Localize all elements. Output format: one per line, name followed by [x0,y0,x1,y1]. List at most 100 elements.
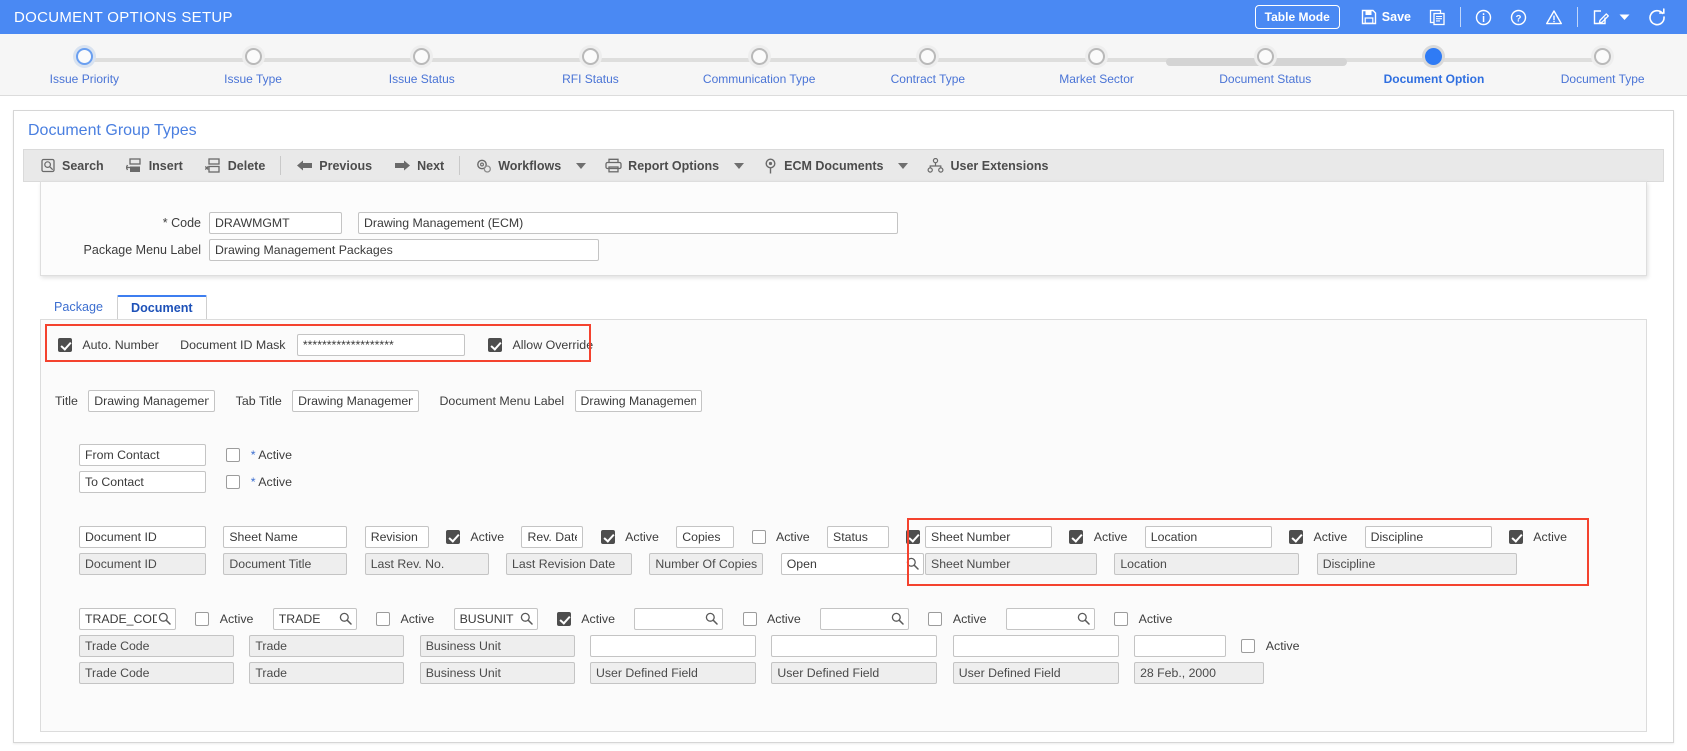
document-id-mask-label: Document ID Mask [180,338,286,352]
lookup-busunit[interactable] [453,608,538,630]
discipline-active-checkbox[interactable] [1508,530,1523,544]
action-report-options-button[interactable]: Report Options [594,150,730,181]
chevron-down-icon[interactable] [576,162,587,169]
doc-field-copies[interactable] [676,526,735,548]
busunit-lookup[interactable] [453,608,538,630]
action-previous-button[interactable]: Previous [285,150,383,181]
udf-label-field-7[interactable] [1134,635,1227,657]
allow-override-checkbox[interactable] [488,338,503,352]
arrow-left-icon [296,159,313,172]
action-workflows-button[interactable]: Workflows [464,150,572,181]
doc-fields-row-2-right [925,553,1517,575]
copy-button[interactable] [1420,0,1455,34]
code-description-input[interactable] [358,212,898,234]
status-lookup[interactable] [767,553,924,575]
udf-label-field-5[interactable] [771,635,938,657]
stepper-step-issue-priority[interactable]: Issue Priority [0,34,169,95]
udf-date-active-checkbox[interactable] [1241,639,1256,653]
doc-field-discipline[interactable] [1364,526,1492,548]
from-contact-active-label: Active [251,448,292,462]
udf3-lookup[interactable] [1005,608,1095,630]
trade-active-checkbox[interactable] [376,612,391,626]
udf-1-active-checkbox[interactable] [742,612,757,626]
doc-field-sheet-number[interactable] [925,526,1052,548]
package-menu-label-input[interactable] [209,239,599,261]
stepper-step-issue-type[interactable]: Issue Type [169,34,338,95]
document-id-mask-input[interactable] [296,334,465,356]
doc-fields-row-2 [79,553,924,575]
lookup-udf-2[interactable] [820,608,910,630]
stepper-step-document-type[interactable]: Document Type [1518,34,1687,95]
lookup-trade[interactable] [272,608,357,630]
pin-icon [763,157,778,174]
refresh-button[interactable] [1639,0,1675,34]
from-contact-input[interactable] [79,444,206,466]
dropdown-caret-icon[interactable] [1619,13,1630,21]
trade-code-active-checkbox[interactable] [195,612,210,626]
help-button[interactable]: ? [1501,0,1536,34]
udf2-lookup[interactable] [820,608,910,630]
to-contact-input[interactable] [79,471,206,493]
stepper-step-market-sector[interactable]: Market Sector [1012,34,1181,95]
doc-field-document-id[interactable] [79,526,206,548]
info-button[interactable] [1466,0,1501,34]
doc-field-revision[interactable] [364,526,429,548]
action-search-button[interactable]: Search [30,150,115,181]
sheet-number-active-checkbox[interactable] [1069,530,1084,544]
save-button[interactable]: Save [1352,0,1420,34]
stepper-step-rfi-status[interactable]: RFI Status [506,34,675,95]
udf-3-active-checkbox[interactable] [1114,612,1129,626]
status-active-checkbox[interactable] [906,530,921,544]
code-input[interactable] [209,212,342,234]
copies-active-checkbox[interactable] [751,530,766,544]
tab-document[interactable]: Document [117,295,207,320]
warning-button[interactable] [1536,0,1572,34]
lookup-trade-code[interactable] [79,608,176,630]
delete-icon [204,158,222,173]
action-next-button[interactable]: Next [383,150,455,181]
lookup-udf-3[interactable] [1005,608,1095,630]
document-menu-label-input[interactable] [574,390,702,412]
package-menu-label: Package Menu Label [83,243,201,257]
stepper-step-contract-type[interactable]: Contract Type [844,34,1013,95]
action-insert-button[interactable]: Insert [115,150,194,181]
udf-2-active-checkbox[interactable] [928,612,943,626]
doc-lookup-status[interactable] [780,553,924,575]
doc-field-rev-date[interactable] [521,526,584,548]
table-mode-button[interactable]: Table Mode [1254,5,1340,29]
gear-icon [475,158,492,174]
action-ecm-documents-button[interactable]: ECM Documents [752,150,894,181]
chevron-down-icon[interactable] [898,162,909,169]
rev-date-active-checkbox[interactable] [600,530,615,544]
trade-code-lookup[interactable] [79,608,176,630]
udf-label-field-4[interactable] [590,635,757,657]
location-active-checkbox[interactable] [1289,530,1304,544]
chevron-down-icon[interactable] [734,162,745,169]
doc-field-status[interactable] [827,526,890,548]
tab-package[interactable]: Package [40,295,117,320]
lookup-udf-1[interactable] [634,608,724,630]
action-delete-button[interactable]: Delete [194,150,277,181]
stepper-step-issue-status[interactable]: Issue Status [337,34,506,95]
from-contact-active-checkbox[interactable] [226,448,241,462]
stepper-step-document-option[interactable]: Document Option [1350,34,1519,95]
udf1-lookup[interactable] [634,608,724,630]
action-label: User Extensions [950,158,1049,173]
revision-active-checkbox[interactable] [446,530,461,544]
to-contact-active-checkbox[interactable] [226,475,241,489]
stepper-step-document-status[interactable]: Document Status [1181,34,1350,95]
auto-number-checkbox[interactable] [58,338,72,352]
doc-field-location[interactable] [1144,526,1272,548]
edit-button[interactable] [1583,0,1639,34]
step-label: Document Type [1560,72,1645,86]
location-active-label: Active [1313,530,1348,544]
title-input[interactable] [88,390,216,412]
action-user-extensions-button[interactable]: User Extensions [916,150,1059,181]
stepper-step-communication-type[interactable]: Communication Type [675,34,844,95]
trade-lookup[interactable] [272,608,357,630]
tab-title-input[interactable] [292,390,420,412]
busunit-active-checkbox[interactable] [556,612,571,626]
step-dot-icon [750,48,768,65]
udf-label-field-6[interactable] [952,635,1119,657]
doc-field-sheet-name[interactable] [223,526,348,548]
